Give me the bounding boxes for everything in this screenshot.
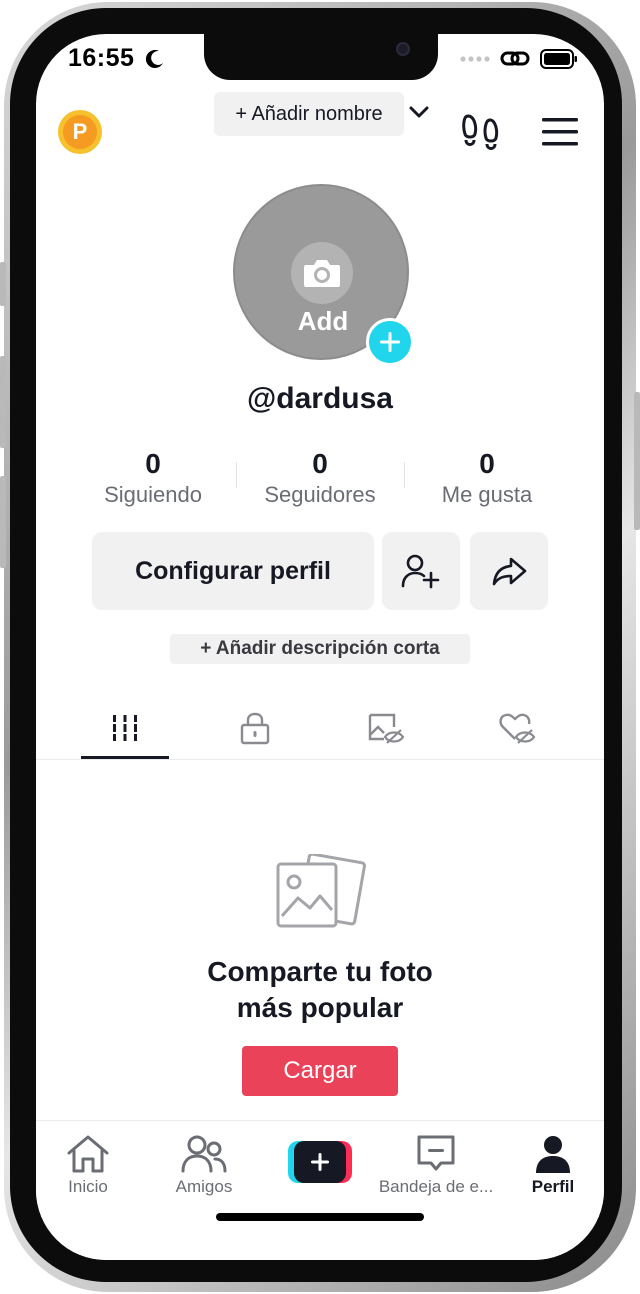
status-icons (460, 48, 578, 70)
screen: 16:55 P + Añadir nombre Add @dardusa 0 S… (36, 34, 604, 1260)
tab-hidden-posts[interactable] (342, 706, 430, 750)
stat-label: Me gusta (441, 482, 533, 507)
create-icon (311, 1153, 329, 1171)
nav-label: Perfil (531, 1177, 575, 1196)
share-profile-button[interactable] (470, 532, 548, 610)
stat-following[interactable]: 0 Siguiendo (63, 448, 243, 508)
username: @dardusa (247, 382, 393, 415)
empty-state-title: Comparte tu foto más popular (36, 954, 604, 1026)
notch (204, 34, 438, 80)
empty-title-line-2: más popular (236, 992, 404, 1023)
lock-icon (240, 712, 270, 745)
camera-icon (304, 260, 340, 287)
content-tabs (36, 698, 604, 760)
link-icon (500, 51, 530, 66)
front-camera (396, 42, 410, 56)
nav-friends[interactable]: Amigos (144, 1131, 264, 1197)
battery-icon (540, 49, 577, 69)
add-name-button[interactable]: + Añadir nombre (214, 92, 404, 136)
profile-icon (536, 1136, 570, 1173)
stat-followers[interactable]: 0 Seguidores (230, 448, 410, 508)
home-icon (67, 1135, 109, 1173)
chevron-down-icon[interactable] (408, 104, 430, 120)
stat-label: Seguidores (264, 482, 376, 507)
plus-icon (380, 332, 400, 352)
stat-label: Siguiendo (104, 482, 202, 507)
add-friend-button[interactable] (382, 532, 460, 610)
volume-down-button (0, 476, 6, 568)
create-button-face (294, 1141, 346, 1183)
tab-liked[interactable] (473, 706, 561, 750)
nav-label: Bandeja de e... (378, 1177, 494, 1196)
tab-videos[interactable] (81, 706, 169, 750)
coins-button[interactable]: P (58, 110, 102, 154)
nav-inbox[interactable]: Bandeja de e... (376, 1131, 496, 1197)
empty-title-line-1: Comparte tu foto (207, 956, 433, 987)
hidden-likes-icon (499, 713, 536, 744)
stat-likes[interactable]: 0 Me gusta (397, 448, 577, 508)
upload-button[interactable]: Cargar (242, 1046, 398, 1096)
grid-icon (111, 715, 139, 741)
add-photo-button[interactable] (366, 318, 414, 366)
edit-profile-button[interactable]: Configurar perfil (92, 532, 374, 610)
inbox-icon (417, 1135, 455, 1171)
menu-icon[interactable] (542, 118, 578, 146)
nav-profile[interactable]: Perfil (493, 1131, 604, 1197)
tab-private[interactable] (211, 706, 299, 750)
nav-label: Inicio (68, 1177, 108, 1196)
add-bio-button[interactable]: + Añadir descripción corta (170, 634, 470, 664)
photo-placeholder-icon (276, 854, 366, 928)
stat-value: 0 (145, 448, 161, 479)
moon-icon (145, 50, 163, 69)
active-tab-indicator (81, 756, 169, 759)
camera-circle (291, 242, 353, 304)
profile-stats: 0 Siguiendo 0 Seguidores 0 Me gusta (36, 448, 604, 512)
friends-icon (181, 1135, 227, 1173)
coin-icon: P (63, 115, 97, 149)
power-button (634, 392, 640, 530)
create-button[interactable] (288, 1141, 352, 1183)
share-arrow-icon (492, 557, 527, 586)
stat-value: 0 (312, 448, 328, 479)
hidden-posts-icon (368, 713, 405, 744)
bottom-nav: Inicio Amigos Bandeja de e... Perfil (36, 1120, 604, 1260)
nav-label: Amigos (175, 1177, 233, 1196)
volume-up-button (0, 356, 6, 448)
footprint-icon[interactable] (460, 112, 502, 152)
mute-switch (0, 262, 6, 306)
add-person-icon (401, 554, 440, 589)
status-time: 16:55 (68, 44, 135, 72)
nav-home[interactable]: Inicio (36, 1131, 148, 1197)
stat-value: 0 (479, 448, 495, 479)
signal-icon (460, 56, 490, 62)
home-indicator[interactable] (216, 1213, 424, 1221)
